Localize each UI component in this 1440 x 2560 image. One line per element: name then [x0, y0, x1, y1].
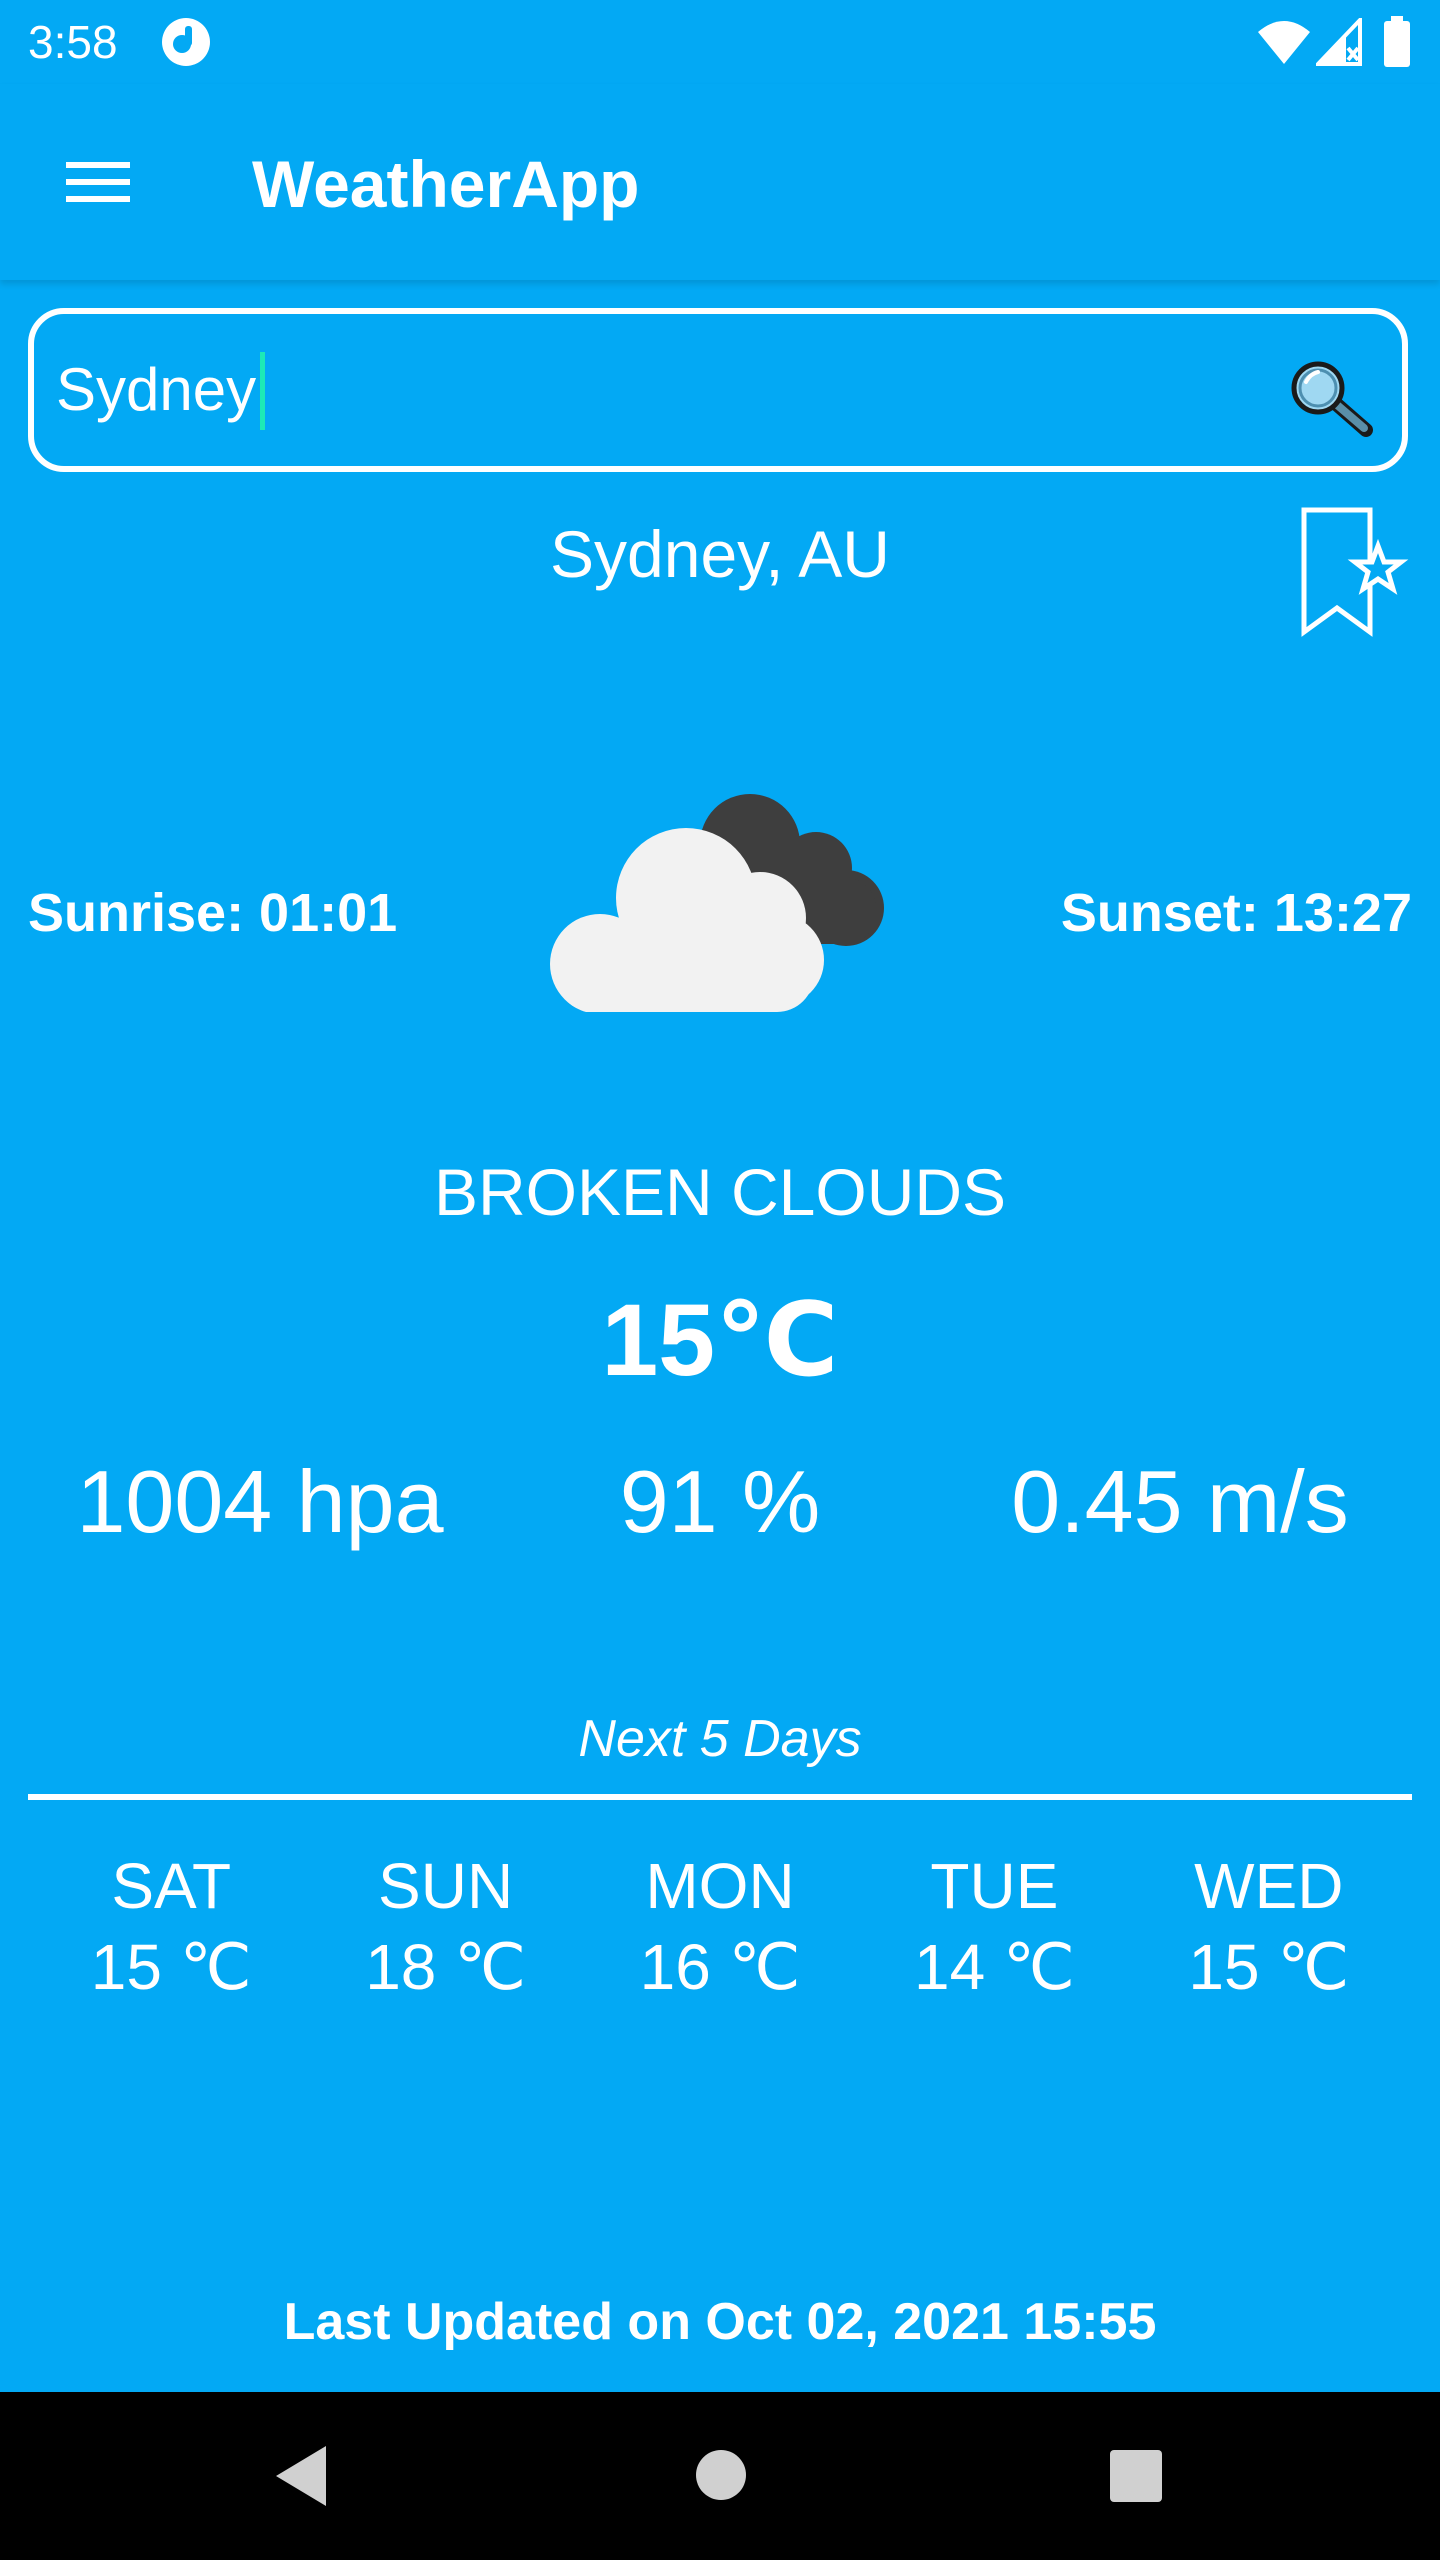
forecast-day-temp: 15 ℃	[90, 1931, 252, 2003]
battery-icon	[1384, 16, 1410, 67]
forecast-title: Next 5 Days	[578, 1710, 862, 1768]
forecast-day: WED 15 ℃	[1132, 1846, 1406, 2026]
forecast-divider	[28, 1794, 1412, 1800]
search-box[interactable]	[28, 308, 1408, 472]
current-temperature: 15℃	[601, 1283, 839, 1397]
app-notification-icon	[162, 18, 210, 66]
forecast-day: MON 16 ℃	[583, 1846, 857, 2026]
app-title: WeatherApp	[252, 147, 640, 221]
forecast-list: SAT 15 ℃ SUN 18 ℃ MON 16 ℃ TUE 14 ℃ WED …	[34, 1846, 1406, 2026]
search-icon[interactable]	[1286, 356, 1376, 438]
pressure-value: 1004 hpa	[76, 1452, 444, 1551]
status-time: 3:58	[28, 16, 118, 68]
bookmark-star-icon[interactable]	[1300, 506, 1416, 642]
humidity-value: 91 %	[619, 1452, 821, 1551]
forecast-day-name: TUE	[930, 1850, 1059, 1922]
weather-screen: 3:58 WeatherApp Sydney Sydney, AU Sunris…	[0, 0, 1440, 2560]
forecast-day: SUN 18 ℃	[308, 1846, 582, 2026]
back-icon[interactable]	[272, 2442, 332, 2510]
hamburger-menu-icon[interactable]	[56, 150, 140, 214]
forecast-day-temp: 16 ℃	[639, 1931, 801, 2003]
system-nav-bar	[0, 2392, 1440, 2560]
status-bar: 3:58	[0, 0, 1440, 84]
wifi-icon	[1258, 21, 1310, 64]
text-cursor	[260, 352, 265, 430]
sunset-time: Sunset: 13:27	[1060, 883, 1412, 943]
last-updated-text: Last Updated on Oct 02, 2021 15:55	[283, 2293, 1157, 2351]
forecast-day-name: MON	[645, 1850, 795, 1922]
forecast-day-temp: 18 ℃	[365, 1931, 527, 2003]
forecast-day-name: SUN	[378, 1850, 514, 1922]
forecast-day: SAT 15 ℃	[34, 1846, 308, 2026]
home-icon[interactable]	[694, 2448, 748, 2502]
location-name: Sydney, AU	[550, 517, 890, 591]
signal-icon	[1316, 18, 1362, 66]
forecast-day: TUE 14 ℃	[857, 1846, 1131, 2026]
recents-icon[interactable]	[1108, 2448, 1164, 2504]
app-bar: WeatherApp	[0, 84, 1440, 280]
forecast-day-name: SAT	[111, 1850, 232, 1922]
forecast-day-temp: 15 ℃	[1188, 1931, 1350, 2003]
sunrise-time: Sunrise: 01:01	[28, 883, 398, 943]
weather-condition: BROKEN CLOUDS	[433, 1155, 1007, 1229]
wind-speed-value: 0.45 m/s	[1011, 1452, 1349, 1551]
forecast-day-temp: 14 ℃	[914, 1931, 1075, 2003]
forecast-day-name: WED	[1194, 1850, 1344, 1922]
city-search-input[interactable]	[56, 340, 1236, 440]
broken-clouds-icon	[550, 794, 884, 1012]
